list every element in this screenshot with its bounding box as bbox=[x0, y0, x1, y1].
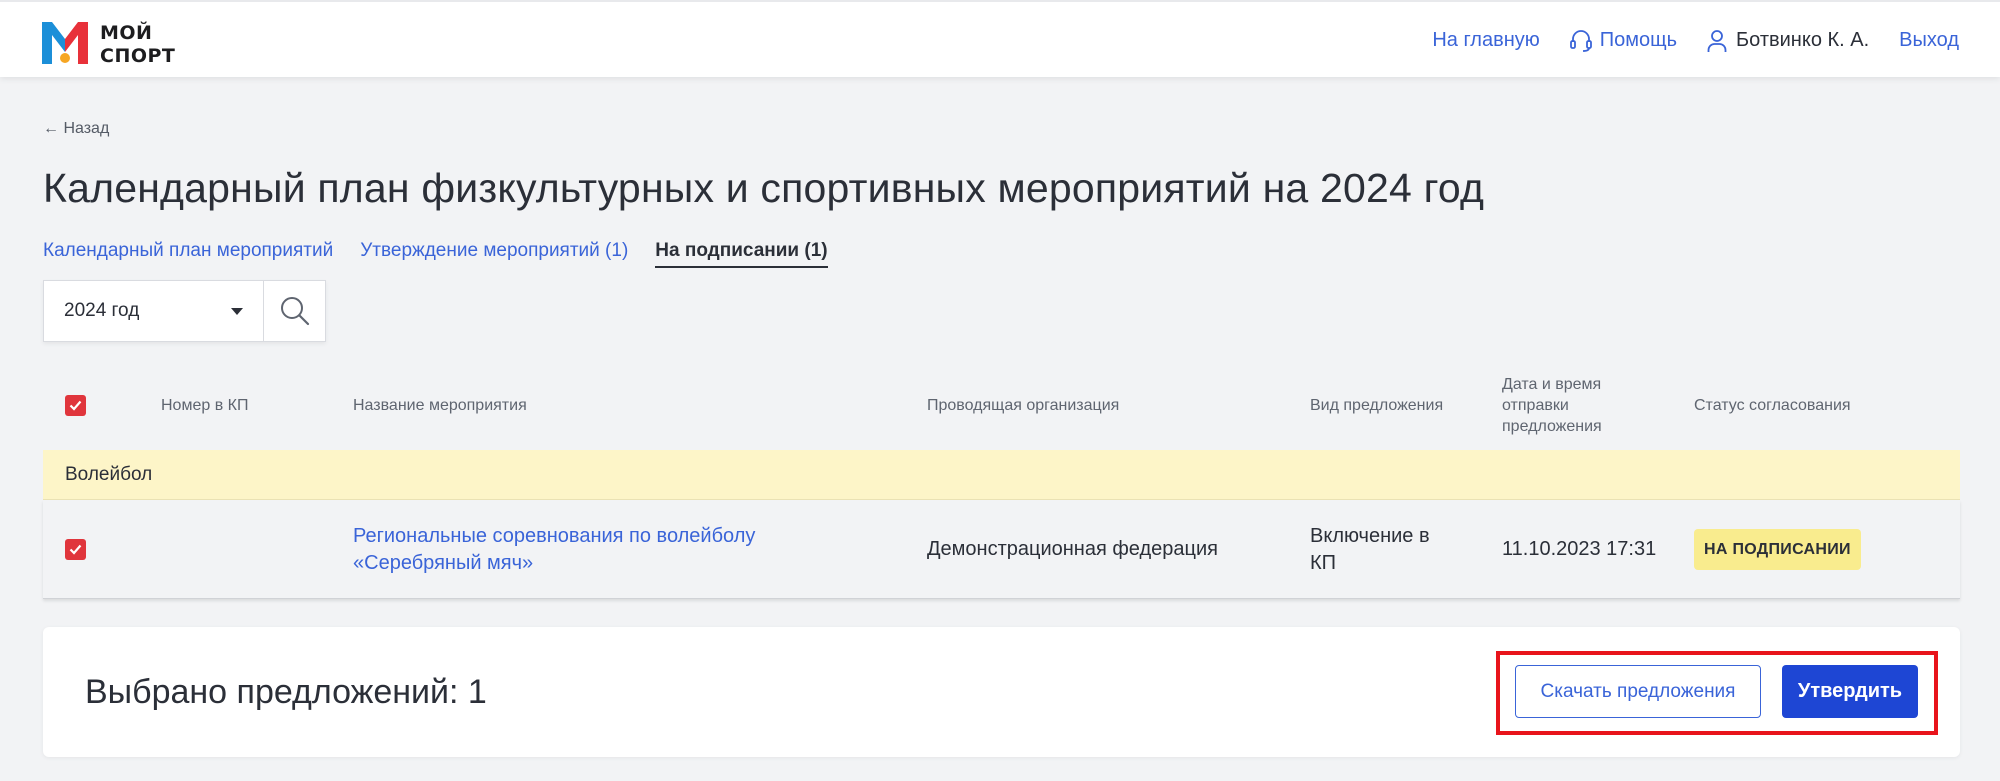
column-header-number: Номер в КП bbox=[161, 396, 249, 414]
row-datetime: 11.10.2023 17:31 bbox=[1502, 538, 1657, 560]
row-checkbox[interactable] bbox=[65, 539, 86, 560]
logo-text-line1: МОЙ bbox=[100, 22, 153, 44]
header-nav: На главную Помощь Ботвинко К. А. Выход bbox=[1432, 2, 1959, 79]
group-label: Волейбол bbox=[65, 463, 153, 485]
column-header-type: Вид предложения bbox=[1310, 396, 1444, 414]
nav-help-label: Помощь bbox=[1599, 29, 1678, 51]
logo-text-line2: СПОРТ bbox=[100, 45, 176, 67]
year-select[interactable]: 2024 год bbox=[44, 281, 264, 341]
event-name-cell: Региональные соревнования по волейболу «… bbox=[353, 500, 793, 599]
select-all-checkbox[interactable] bbox=[65, 394, 86, 416]
column-header-datetime: Дата и время отправки предложения bbox=[1502, 375, 1602, 435]
status-badge: НА ПОДПИСАНИИ bbox=[1694, 529, 1861, 570]
nav-home-link[interactable]: На главную bbox=[1432, 29, 1539, 52]
column-header-name: Название мероприятия bbox=[353, 396, 527, 414]
table-header: Номер в КП Название мероприятия Проводящ… bbox=[43, 360, 1960, 450]
user-name: Ботвинко К. А. bbox=[1736, 29, 1870, 51]
event-name-link[interactable]: Региональные соревнования по волейболу «… bbox=[353, 523, 793, 577]
check-icon bbox=[69, 544, 82, 555]
back-link[interactable]: ← Назад bbox=[43, 120, 109, 138]
year-select-value: 2024 год bbox=[64, 300, 140, 321]
top-header: МОЙ СПОРТ На главную Помощь Ботвинко К. … bbox=[0, 0, 2000, 77]
table-row: Региональные соревнования по волейболу «… bbox=[43, 500, 1960, 599]
column-header-org: Проводящая организация bbox=[927, 396, 1120, 414]
selected-count: Выбрано предложений: 1 bbox=[85, 672, 487, 711]
row-type: Включение в КП bbox=[1310, 524, 1430, 574]
row-status-cell: НА ПОДПИСАНИИ bbox=[1694, 500, 1861, 599]
search-button[interactable] bbox=[264, 281, 325, 341]
nav-logout-link[interactable]: Выход bbox=[1899, 29, 1959, 52]
logo[interactable]: МОЙ СПОРТ bbox=[42, 22, 182, 67]
download-proposals-button[interactable]: Скачать предложения bbox=[1515, 665, 1761, 718]
nav-help-link[interactable]: Помощь bbox=[1569, 29, 1678, 53]
tabs: Календарный план мероприятий Утверждение… bbox=[43, 240, 828, 268]
user-icon bbox=[1707, 29, 1727, 52]
tab-calendar-plan[interactable]: Календарный план мероприятий bbox=[43, 240, 333, 268]
year-filter: 2024 год bbox=[43, 280, 326, 342]
row-org: Демонстрационная федерация bbox=[927, 538, 1218, 560]
logo-text: МОЙ СПОРТ bbox=[100, 22, 190, 68]
logo-mark-icon bbox=[42, 22, 88, 64]
user-profile[interactable]: Ботвинко К. А. bbox=[1707, 29, 1869, 53]
tab-approval[interactable]: Утверждение мероприятий (1) bbox=[360, 240, 628, 268]
check-icon bbox=[69, 400, 82, 411]
headset-icon bbox=[1569, 29, 1592, 52]
group-row-volleyball: Волейбол bbox=[43, 450, 1960, 500]
column-header-status: Статус согласования bbox=[1694, 396, 1851, 414]
page-title: Календарный план физкультурных и спортив… bbox=[43, 165, 1485, 211]
approve-button[interactable]: Утвердить bbox=[1782, 665, 1918, 718]
tab-signing[interactable]: На подписании (1) bbox=[655, 240, 828, 268]
row-select-cell bbox=[65, 500, 86, 599]
select-all-cell bbox=[65, 360, 86, 450]
search-icon bbox=[280, 297, 309, 326]
caret-down-icon bbox=[231, 307, 243, 315]
